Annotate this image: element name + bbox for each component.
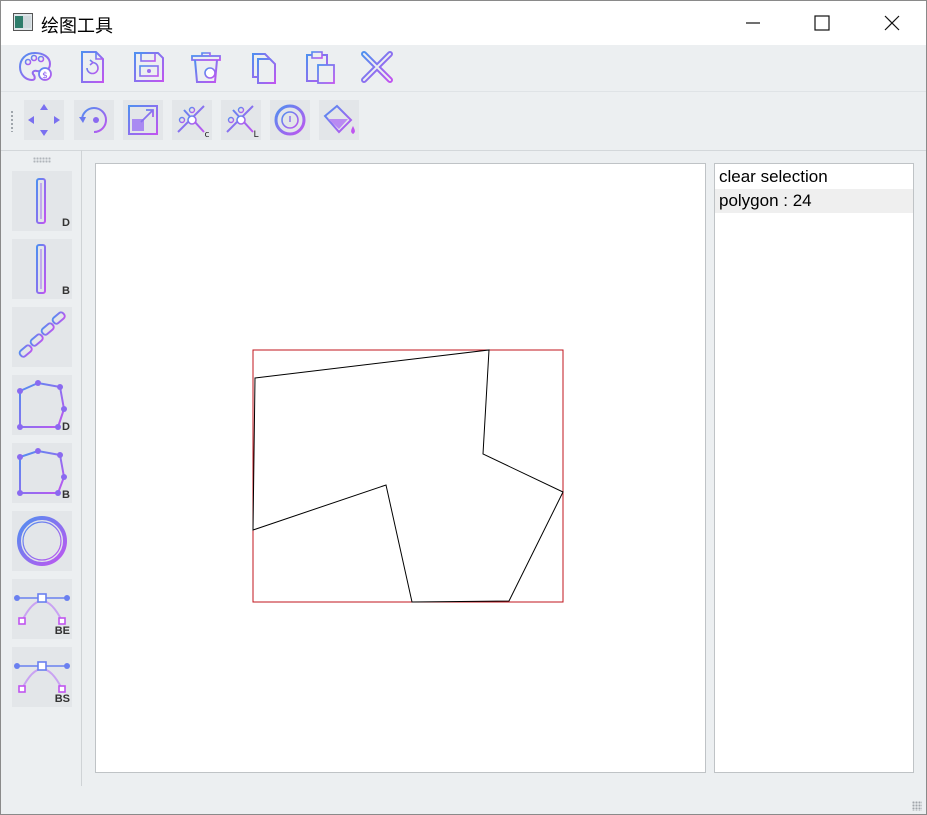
transform-toolbar: c L — [1, 91, 926, 151]
list-item-clear-selection[interactable]: clear selection — [715, 165, 913, 189]
drawing-canvas[interactable] — [95, 163, 706, 773]
tool-circle[interactable] — [12, 511, 72, 571]
app-window: 绘图工具 $ c L D B D B BE BS clear selection… — [0, 0, 927, 815]
tool-line-d[interactable]: D — [12, 171, 72, 231]
circle-icon — [17, 516, 67, 566]
toolbar-grip[interactable] — [10, 110, 14, 132]
cut-c-icon: c — [177, 105, 210, 138]
list-item-polygon[interactable]: polygon : 24 — [715, 189, 913, 213]
window-title: 绘图工具 — [41, 16, 113, 36]
tool-polygon-d-badge: D — [62, 421, 70, 433]
rotate-button[interactable] — [74, 100, 114, 140]
scale-button[interactable] — [123, 100, 163, 140]
polygon-shape[interactable] — [252, 349, 564, 603]
dash-line-icon — [18, 311, 66, 358]
shape-list: clear selection polygon : 24 — [714, 163, 914, 773]
tool-line-b[interactable]: B — [12, 239, 72, 299]
scale-icon — [128, 105, 158, 135]
reload-file-button[interactable] — [73, 48, 111, 86]
save-icon — [134, 52, 164, 82]
svg-text:c: c — [205, 130, 210, 138]
tool-curve-be-badge: BE — [54, 625, 70, 637]
maximize-icon — [814, 15, 830, 31]
resize-grip[interactable] — [912, 801, 922, 811]
tool-polygon-b[interactable]: B — [12, 443, 72, 503]
tool-curve-bs[interactable]: BS — [12, 647, 72, 707]
tool-polygon-d[interactable]: D — [12, 375, 72, 435]
move-button[interactable] — [24, 100, 64, 140]
close-button[interactable] — [869, 1, 915, 45]
svg-text:$: $ — [42, 71, 48, 81]
tool-line-d-badge: D — [62, 217, 70, 229]
paste-button[interactable] — [301, 48, 339, 86]
reload-file-icon — [81, 51, 104, 83]
delete-x-icon — [361, 51, 393, 83]
selection-box[interactable] — [252, 349, 564, 603]
file-toolbar: $ — [1, 45, 926, 91]
maximize-button[interactable] — [799, 1, 845, 45]
palette-button[interactable]: $ — [16, 48, 54, 86]
recycle-bin-icon — [191, 52, 221, 83]
svg-text:L: L — [253, 130, 258, 138]
rotate-icon — [79, 107, 107, 133]
ring-icon — [274, 104, 306, 136]
palette-icon: $ — [18, 51, 52, 82]
save-button[interactable] — [130, 48, 168, 86]
ring-button[interactable] — [270, 100, 310, 140]
cut-l-icon: L — [226, 105, 259, 138]
minimize-icon — [746, 22, 760, 24]
cut-c-button[interactable]: c — [172, 100, 212, 140]
copy-icon — [252, 53, 276, 84]
tool-dash-line[interactable] — [12, 307, 72, 367]
tool-curve-bs-badge: BS — [54, 693, 70, 705]
tool-line-b-badge: B — [62, 285, 70, 297]
cut-l-button[interactable]: L — [221, 100, 261, 140]
recycle-bin-button[interactable] — [187, 48, 225, 86]
paste-icon — [306, 51, 335, 84]
status-bar — [1, 787, 926, 814]
app-icon — [13, 13, 33, 31]
close-icon — [884, 15, 900, 31]
tool-polygon-b-badge: B — [62, 489, 70, 501]
tool-curve-be[interactable]: BE — [12, 579, 72, 639]
fill-bucket-icon — [323, 104, 355, 134]
delete-button[interactable] — [358, 48, 396, 86]
move-icon — [28, 104, 60, 136]
fill-bucket-button[interactable] — [319, 100, 359, 140]
title-bar: 绘图工具 — [1, 1, 926, 45]
minimize-button[interactable] — [730, 1, 776, 45]
copy-button[interactable] — [244, 48, 282, 86]
shape-toolbar-grip[interactable] — [33, 157, 51, 163]
